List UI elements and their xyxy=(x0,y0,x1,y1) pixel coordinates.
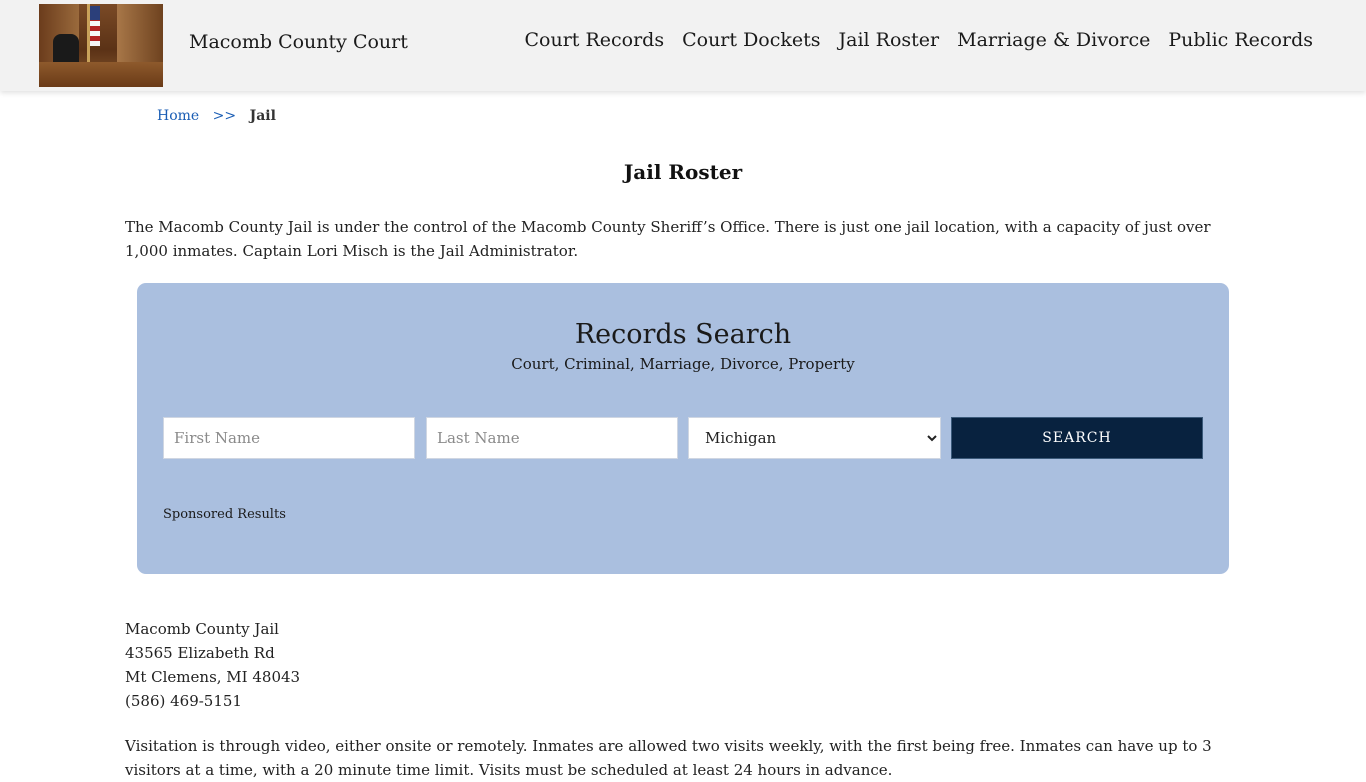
jail-street: 43565 Elizabeth Rd xyxy=(125,644,275,662)
jail-phone: (586) 469-5151 xyxy=(125,692,242,710)
jail-address: Macomb County Jail 43565 Elizabeth Rd Mt… xyxy=(125,617,300,713)
jail-name: Macomb County Jail xyxy=(125,620,279,638)
jail-city: Mt Clemens, MI 48043 xyxy=(125,668,301,686)
nav-jail-roster[interactable]: Jail Roster xyxy=(839,29,940,51)
nav-court-records[interactable]: Court Records xyxy=(524,29,664,51)
records-search-panel: Records Search Court, Criminal, Marriage… xyxy=(137,283,1229,574)
search-button[interactable]: SEARCH xyxy=(951,417,1203,459)
nav-marriage-divorce[interactable]: Marriage & Divorce xyxy=(957,29,1150,51)
site-title-link[interactable]: Macomb County Court xyxy=(189,31,408,53)
breadcrumb-separator: >> xyxy=(212,108,237,124)
first-name-input[interactable] xyxy=(163,417,415,459)
search-title: Records Search xyxy=(574,319,792,350)
site-header: Macomb County Court Court Records Court … xyxy=(0,0,1366,91)
search-subtitle: Court, Criminal, Marriage, Divorce, Prop… xyxy=(511,355,855,373)
sponsored-results-label: Sponsored Results xyxy=(163,507,286,522)
nav-public-records[interactable]: Public Records xyxy=(1168,29,1313,51)
breadcrumb-home-link[interactable]: Home xyxy=(157,108,199,124)
state-select[interactable]: Michigan xyxy=(688,417,941,459)
breadcrumb-current: Jail xyxy=(249,108,276,124)
breadcrumb: Home >> Jail xyxy=(157,108,276,124)
bench-shape xyxy=(39,62,163,87)
visitation-paragraph: Visitation is through video, either onsi… xyxy=(125,737,1212,779)
page-title: Jail Roster xyxy=(623,160,743,184)
last-name-input[interactable] xyxy=(426,417,678,459)
flag-canton xyxy=(90,6,100,20)
intro-paragraph: The Macomb County Jail is under the cont… xyxy=(125,218,1211,260)
nav-court-dockets[interactable]: Court Dockets xyxy=(682,29,820,51)
main-nav: Court Records Court Dockets Jail Roster … xyxy=(524,29,1313,51)
courtroom-logo-image[interactable] xyxy=(39,4,163,87)
